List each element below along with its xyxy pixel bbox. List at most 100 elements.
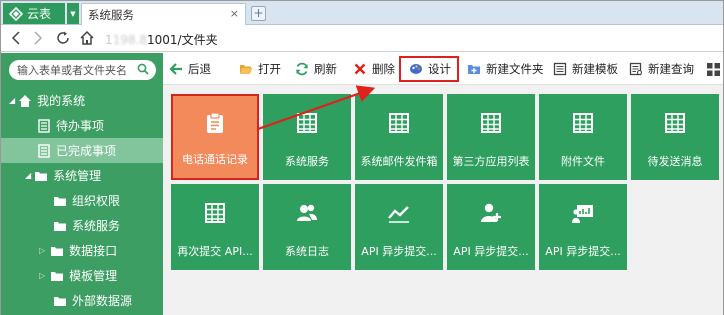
tile-label: 系统服务 [285, 155, 329, 168]
back-label: 后退 [188, 62, 211, 76]
new-template-label: 新建模板 [572, 62, 618, 76]
back-arrow-icon[interactable] [11, 31, 21, 45]
new-query-button[interactable]: 新建查询 [629, 61, 694, 77]
delete-button[interactable]: 删除 [353, 61, 395, 77]
delete-label: 删除 [372, 62, 395, 76]
url-field[interactable]: 1198.81001/文件夹 [105, 31, 218, 48]
search-icon[interactable] [137, 63, 149, 75]
table-icon [205, 203, 225, 223]
chevron-down-icon[interactable]: ▼ [67, 3, 79, 24]
expanded-triangle-icon[interactable]: ◢ [25, 171, 31, 180]
home-icon [19, 94, 32, 107]
table-icon [573, 113, 593, 133]
clipboard-icon [207, 112, 223, 133]
table-icon [297, 113, 317, 133]
tile-system-mail-outbox[interactable]: 系统邮件发件箱 [355, 94, 443, 180]
tree-item-todo[interactable]: 待办事项 [1, 113, 163, 138]
browser-title-bar: 云表 ▼ 系统服务 × + [1, 1, 723, 25]
new-folder-label: 新建文件夹 [486, 62, 544, 76]
folder-icon [54, 296, 66, 306]
tile-third-party-apps[interactable]: 第三方应用列表 [447, 94, 535, 180]
open-button[interactable]: 打开 [239, 61, 281, 77]
tree-item-external-datasource[interactable]: 外部数据源 [53, 288, 132, 313]
tree-item-completed[interactable]: 已完成事项 [1, 138, 163, 163]
document-icon [38, 143, 50, 158]
tile-label: 附件文件 [561, 155, 605, 168]
forward-arrow-icon[interactable] [33, 31, 43, 45]
collapsed-triangle-icon[interactable]: ▷ [39, 246, 45, 255]
folder-icon [54, 196, 66, 206]
tile-system-service[interactable]: 系统服务 [263, 94, 351, 180]
tile-label: 第三方应用列表 [452, 155, 530, 168]
tile-label: 电话通话记录 [182, 153, 248, 166]
query-icon [629, 62, 643, 76]
toolbar: 后退 打开 刷新 删除 设计 新建文件夹 新建模板 新建查询 [163, 53, 723, 85]
search-input[interactable]: 输入表单或者文件夹名 [9, 60, 156, 80]
home-icon[interactable] [79, 30, 95, 46]
tile-pending-messages[interactable]: 待发送消息 [631, 94, 719, 180]
app-menu-button[interactable]: 云表 [3, 3, 65, 24]
close-icon[interactable]: × [230, 7, 239, 20]
tile-label: API 异步提交... [453, 245, 529, 258]
back-arrow-icon [169, 63, 182, 75]
new-template-button[interactable]: 新建模板 [553, 61, 618, 77]
tree-item-label: 外部数据源 [72, 294, 133, 308]
tile-label: 再次提交 API... [177, 245, 253, 258]
url-path: 1001/文件夹 [147, 33, 218, 47]
tab-title: 系统服务 [88, 7, 134, 22]
tile-phone-call-records[interactable]: 电话通话记录 [171, 94, 259, 180]
tile-label: 系统日志 [285, 245, 329, 258]
design-button[interactable]: 设计 [409, 61, 451, 77]
tile-api-async-submit-2[interactable]: API 异步提交... [447, 184, 535, 270]
reload-icon[interactable] [55, 30, 71, 46]
tile-label: 待发送消息 [647, 155, 703, 168]
folder-open-icon [35, 171, 48, 181]
sidebar: 输入表单或者文件夹名 ◢ 我的系统 待办事项 已完成事项 ◢ 系统管理 组织权限… [1, 53, 163, 315]
tile-resubmit-api[interactable]: 再次提交 API... [171, 184, 259, 270]
back-button[interactable]: 后退 [169, 61, 211, 77]
tree-item-label: 待办事项 [56, 119, 105, 133]
refresh-button[interactable]: 刷新 [295, 61, 337, 77]
tree-item-org-permissions[interactable]: 组织权限 [53, 188, 120, 213]
folder-icon [51, 271, 64, 281]
tree-item-template-management[interactable]: ▷ 模板管理 [39, 263, 117, 288]
url-blurred-part: 1 [105, 33, 113, 47]
new-folder-button[interactable]: 新建文件夹 [467, 61, 544, 77]
design-label: 设计 [428, 62, 451, 76]
refresh-icon [296, 62, 308, 76]
tree-item-label: 组织权限 [72, 194, 121, 208]
app-name: 云表 [27, 7, 52, 21]
tree-item-system-admin[interactable]: ◢ 系统管理 [25, 163, 101, 188]
tree-item-system-service[interactable]: 系统服务 [53, 213, 120, 238]
tree-item-label: 已完成事项 [56, 144, 117, 158]
address-bar: 1198.81001/文件夹 [1, 25, 723, 52]
folder-icon [54, 221, 66, 231]
search-placeholder: 输入表单或者文件夹名 [17, 64, 127, 77]
template-icon [553, 62, 567, 76]
tile-api-async-submit-1[interactable]: API 异步提交... [355, 184, 443, 270]
open-label: 打开 [258, 62, 281, 76]
tree-item-label: 模板管理 [69, 269, 118, 283]
expanded-triangle-icon[interactable]: ◢ [9, 96, 15, 105]
new-folder-icon [468, 65, 480, 74]
collapsed-triangle-icon[interactable]: ▷ [39, 271, 45, 280]
table-icon [665, 113, 685, 133]
table-icon [389, 113, 409, 133]
tile-attachment-files[interactable]: 附件文件 [539, 94, 627, 180]
new-query-label: 新建查询 [648, 62, 694, 76]
tile-label: API 异步提交... [361, 245, 437, 258]
new-tab-button[interactable]: + [251, 6, 266, 21]
tree-item-data-interface[interactable]: ▷ 数据接口 [39, 238, 117, 263]
tree-item-my-system[interactable]: ◢ 我的系统 [9, 88, 85, 113]
grid-view-icon[interactable] [707, 63, 720, 76]
tree-item-label: 数据接口 [69, 244, 118, 258]
tree-item-label: 系统管理 [53, 169, 102, 183]
tile-api-async-submit-3[interactable]: API 异步提交... [539, 184, 627, 270]
tree-item-label: 系统服务 [72, 219, 121, 233]
tab-system-service[interactable]: 系统服务 × [81, 3, 246, 25]
table-icon [481, 113, 501, 133]
tile-system-log[interactable]: 系统日志 [263, 184, 351, 270]
app-logo-icon [9, 6, 23, 21]
file-grid: 电话通话记录 系统服务 系统邮件发件箱 第三方应用列表 附件文件 待发送消息 再… [163, 85, 723, 315]
users-icon [297, 204, 317, 221]
